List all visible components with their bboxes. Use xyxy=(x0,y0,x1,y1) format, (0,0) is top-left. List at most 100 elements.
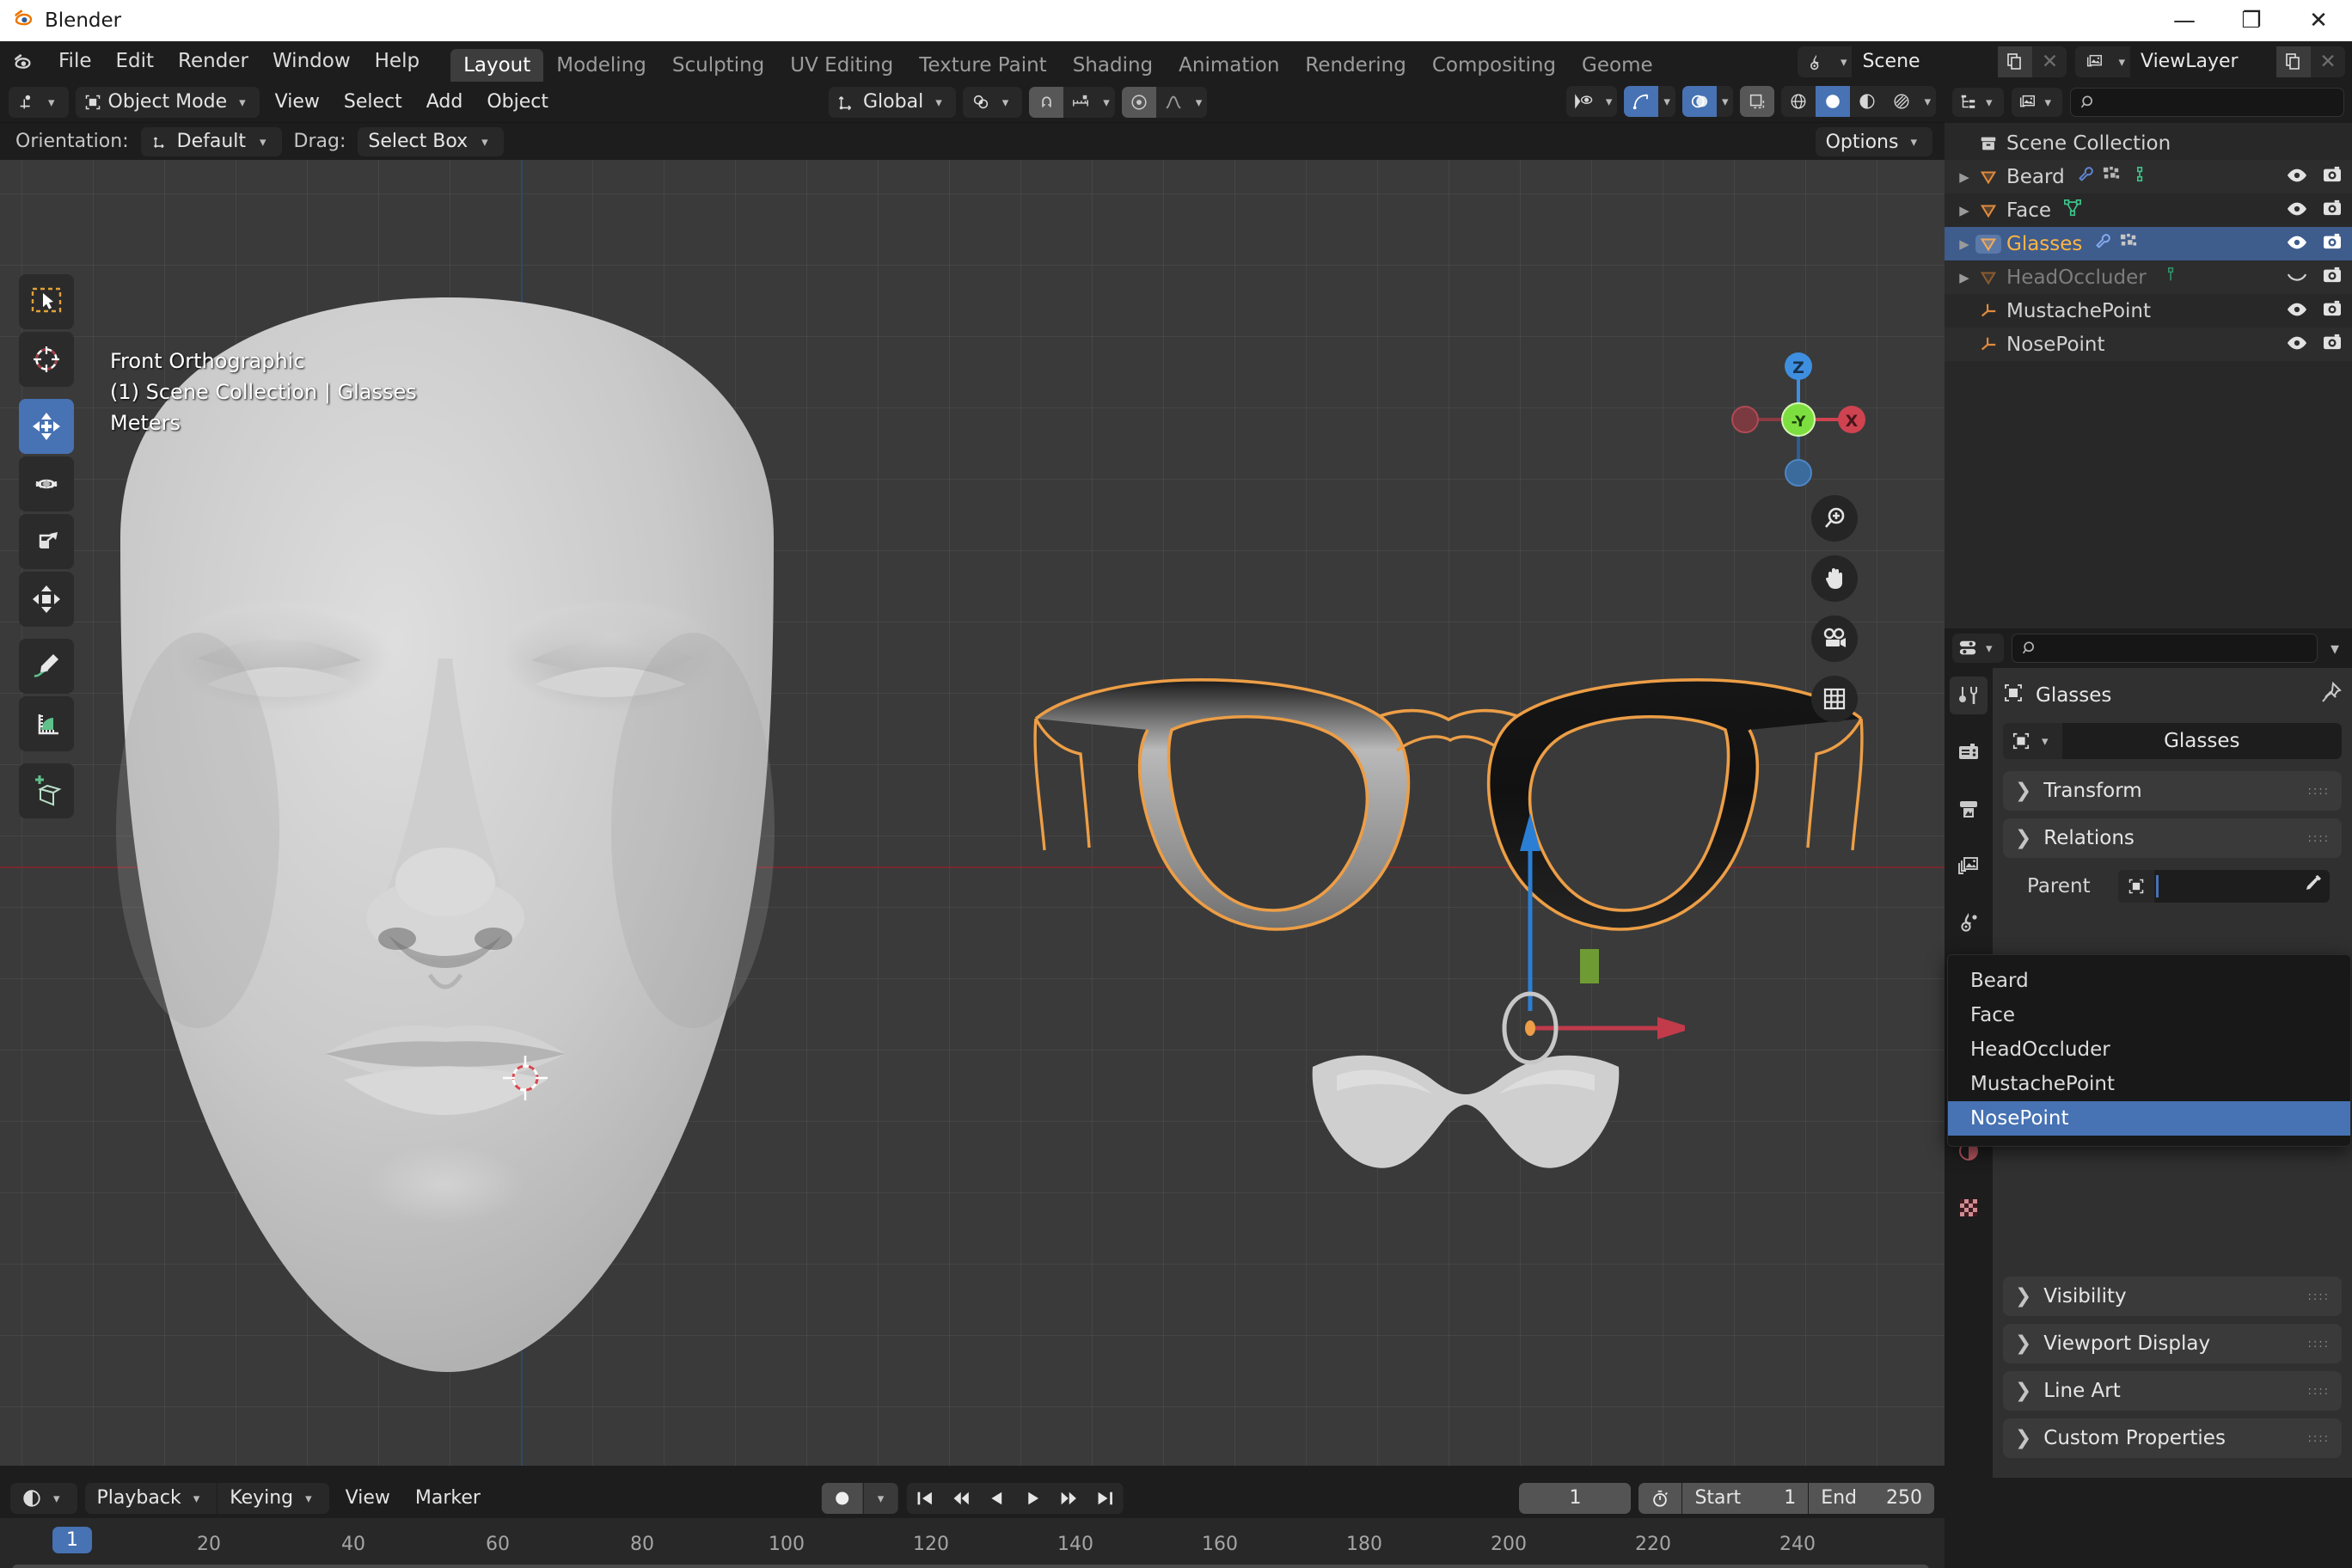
editor-type-3dview-icon[interactable]: ▾ xyxy=(9,86,69,118)
falloff-chevron-down-icon[interactable]: ▾ xyxy=(1191,95,1208,110)
outliner-row-scene-collection[interactable]: Scene Collection xyxy=(1945,126,2352,160)
play-reverse-icon[interactable] xyxy=(978,1482,1015,1514)
new-viewlayer-button[interactable] xyxy=(2276,46,2311,77)
tab-rendering[interactable]: Rendering xyxy=(1292,49,1418,82)
tab-shading[interactable]: Shading xyxy=(1060,49,1166,82)
navigation-gizmo[interactable]: Z X -Y xyxy=(1721,342,1876,497)
zoom-icon[interactable] xyxy=(1811,495,1858,542)
viewport-menu-object[interactable]: Object xyxy=(478,87,557,118)
tab-render[interactable] xyxy=(1950,733,1988,771)
snap-increment-icon[interactable] xyxy=(1063,87,1098,118)
timeline-editor-type-icon[interactable]: ▾ xyxy=(10,1482,77,1514)
new-scene-button[interactable] xyxy=(1998,46,2033,77)
tab-sculpting[interactable]: Sculpting xyxy=(659,49,777,82)
timeline-ruler[interactable]: 20 40 60 80 100 120 140 160 180 200 220 … xyxy=(0,1518,1945,1568)
move-tool[interactable] xyxy=(19,399,74,454)
panel-relations[interactable]: ❯ Relations :::: xyxy=(2003,818,2342,858)
transform-tool[interactable] xyxy=(19,572,74,627)
tweak-tool[interactable] xyxy=(19,274,74,329)
stopwatch-icon[interactable] xyxy=(1638,1483,1681,1514)
pin-icon[interactable] xyxy=(2319,681,2342,709)
dropdown-item-beard[interactable]: Beard xyxy=(1948,964,2350,998)
magnet-icon[interactable] xyxy=(1029,86,1064,118)
dropdown-item-mustachepoint[interactable]: MustachePoint xyxy=(1948,1067,2350,1101)
modifier-icon[interactable] xyxy=(2103,166,2120,188)
grid-ortho-icon[interactable] xyxy=(1811,676,1858,722)
prev-keyframe-icon[interactable] xyxy=(942,1482,979,1514)
jump-start-icon[interactable] xyxy=(906,1482,943,1514)
parent-object-dropdown[interactable]: Beard Face HeadOccluder MustachePoint No… xyxy=(1947,954,2351,1147)
shading-material-preview-icon[interactable] xyxy=(1850,86,1884,117)
frame-start-field[interactable]: Start 1 xyxy=(1681,1482,1808,1514)
add-cube-tool[interactable] xyxy=(19,763,74,818)
transform-orientation-selector[interactable]: Global ▾ xyxy=(829,86,956,118)
tab-viewlayer[interactable] xyxy=(1950,847,1988,885)
cursor-tool[interactable] xyxy=(19,332,74,387)
panel-transform[interactable]: ❯ Transform :::: xyxy=(2003,771,2342,811)
eye-icon[interactable] xyxy=(2287,166,2307,188)
camera-render-icon[interactable] xyxy=(2323,166,2342,188)
shading-wireframe-icon[interactable] xyxy=(1781,86,1816,117)
outliner-display-mode-icon[interactable]: ▾ xyxy=(1952,88,2004,117)
current-frame-field[interactable]: 1 xyxy=(1519,1482,1632,1514)
viewport-canvas[interactable]: Front Orthographic (1) Scene Collection … xyxy=(0,160,1945,1466)
minimize-button[interactable]: — xyxy=(2151,0,2218,41)
move-gizmo[interactable] xyxy=(1410,779,1694,1145)
menu-window[interactable]: Window xyxy=(260,41,363,82)
gizmo-icon[interactable] xyxy=(1624,86,1659,117)
pivot-point-selector[interactable]: ▾ xyxy=(962,86,1023,118)
timeline-menu-view[interactable]: View xyxy=(337,1483,399,1514)
shading-rendered-icon[interactable] xyxy=(1884,86,1919,117)
expand-face-icon[interactable]: ▶ xyxy=(1953,203,1975,218)
timeline-menu-marker[interactable]: Marker xyxy=(407,1483,489,1514)
tab-modeling[interactable]: Modeling xyxy=(543,49,659,82)
gizmo-chevron-down-icon[interactable]: ▾ xyxy=(1658,94,1675,109)
dropdown-item-face[interactable]: Face xyxy=(1948,998,2350,1032)
record-icon[interactable] xyxy=(821,1482,863,1514)
measure-tool[interactable] xyxy=(19,696,74,751)
next-keyframe-icon[interactable] xyxy=(1050,1482,1087,1514)
panel-viewport-display[interactable]: ❯ Viewport Display :::: xyxy=(2003,1324,2342,1363)
tab-compositing[interactable]: Compositing xyxy=(1419,49,1569,82)
eyedropper-icon[interactable] xyxy=(2302,873,2323,899)
options-button[interactable]: Options ▾ xyxy=(1815,127,1932,156)
drag-dropdown[interactable]: Select Box ▾ xyxy=(358,126,504,156)
object-name-value[interactable]: Glasses xyxy=(2062,730,2342,752)
parent-field[interactable] xyxy=(2118,870,2330,903)
remove-viewlayer-button[interactable]: ✕ xyxy=(2311,46,2345,77)
outliner-row-face[interactable]: ▶ Face xyxy=(1945,193,2352,227)
shading-chevron-down-icon[interactable]: ▾ xyxy=(1919,94,1936,109)
camera-render-icon[interactable] xyxy=(2323,300,2342,322)
menu-file[interactable]: File xyxy=(46,41,104,82)
outliner-search-input[interactable] xyxy=(2070,88,2344,117)
timeline-menu-playback[interactable]: Playback ▾ xyxy=(85,1483,217,1514)
smooth-falloff-icon[interactable] xyxy=(1156,87,1191,118)
outliner-row-headoccluder[interactable]: ▶ HeadOccluder xyxy=(1945,260,2352,294)
play-icon[interactable] xyxy=(1014,1482,1051,1514)
outliner-row-beard[interactable]: ▶ Beard xyxy=(1945,160,2352,193)
outliner-row-nosepoint[interactable]: NosePoint xyxy=(1945,328,2352,361)
remove-scene-button[interactable]: ✕ xyxy=(2032,46,2067,77)
viewlayer-selector[interactable]: ▾ ViewLayer ✕ xyxy=(2075,46,2345,77)
tab-uv-editing[interactable]: UV Editing xyxy=(777,49,906,82)
properties-editor-icon[interactable]: ▾ xyxy=(1952,634,2004,663)
eye-icon[interactable] xyxy=(2287,334,2307,356)
proportional-edit-icon[interactable] xyxy=(1121,86,1156,118)
camera-icon[interactable] xyxy=(1811,616,1858,662)
wrench-icon[interactable] xyxy=(2094,232,2112,255)
outliner-row-glasses[interactable]: ▶ Glasses xyxy=(1945,227,2352,260)
xray-icon[interactable] xyxy=(1740,86,1775,117)
viewlayer-name[interactable]: ViewLayer xyxy=(2130,46,2276,77)
mode-selector[interactable]: Object Mode ▾ xyxy=(75,86,260,118)
menu-edit[interactable]: Edit xyxy=(104,41,167,82)
viewport-menu-select[interactable]: Select xyxy=(335,87,411,118)
expand-glasses-icon[interactable]: ▶ xyxy=(1953,236,1975,252)
object-id-field[interactable]: ▾ Glasses xyxy=(2003,723,2342,759)
camera-render-icon[interactable] xyxy=(2323,233,2342,255)
tab-tool[interactable] xyxy=(1950,677,1988,714)
wrench-icon[interactable] xyxy=(2077,165,2095,188)
scene-selector[interactable]: ▾ Scene ✕ xyxy=(1797,46,2067,77)
scale-tool[interactable] xyxy=(19,514,74,569)
camera-render-icon[interactable] xyxy=(2323,266,2342,289)
eye-icon[interactable] xyxy=(2287,233,2307,255)
